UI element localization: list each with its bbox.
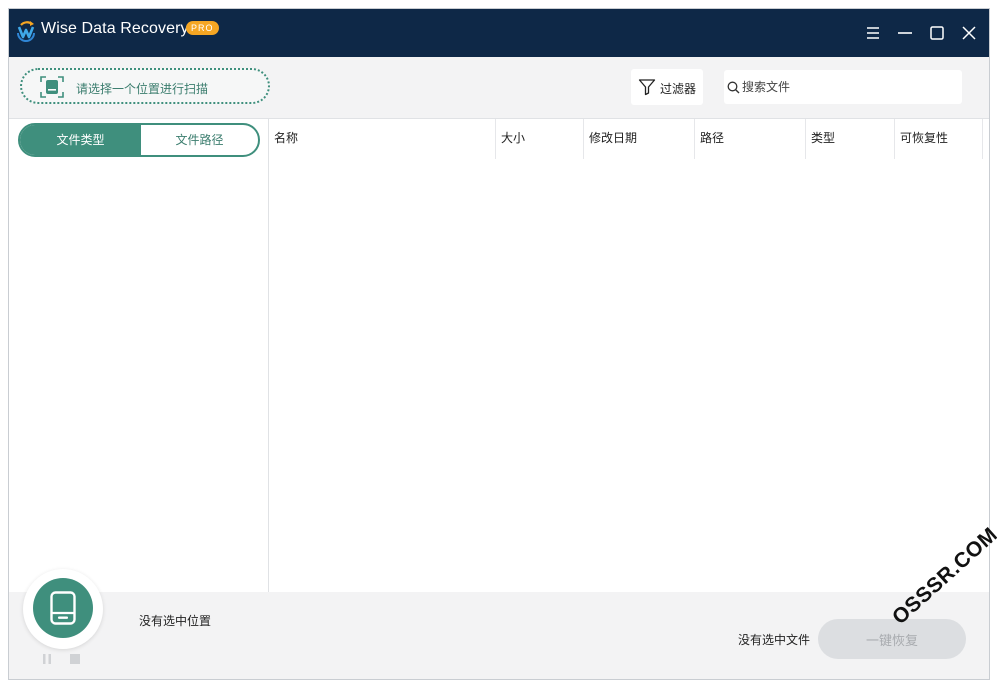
stop-icon[interactable] <box>70 653 80 667</box>
drive-select-button[interactable] <box>33 578 93 638</box>
file-selection-status: 没有选中文件 <box>738 633 811 647</box>
close-icon[interactable] <box>959 23 979 43</box>
app-logo-icon <box>15 20 37 42</box>
sidebar: 文件类型 文件路径 <box>9 118 269 592</box>
column-header-recoverability[interactable]: 可恢复性 <box>895 119 983 159</box>
table-header: 名称 大小 修改日期 路径 类型 可恢复性 <box>269 119 983 159</box>
pause-icon[interactable] <box>42 653 52 667</box>
search-input[interactable] <box>742 78 952 96</box>
search-icon <box>727 81 740 97</box>
maximize-icon[interactable] <box>927 23 947 43</box>
filter-icon <box>638 78 656 99</box>
filter-label: 过滤器 <box>660 82 697 96</box>
column-header-name[interactable]: 名称 <box>269 119 496 159</box>
scan-location-selector[interactable]: 请选择一个位置进行扫描 <box>20 68 270 104</box>
app-title: Wise Data Recovery <box>41 20 189 37</box>
column-header-modified[interactable]: 修改日期 <box>584 119 695 159</box>
app-window: Wise Data Recovery PRO 请选择一个位置进行扫描 过滤器 搜… <box>8 8 990 680</box>
toolbar: 请选择一个位置进行扫描 过滤器 <box>9 57 989 118</box>
menu-icon[interactable] <box>863 23 883 43</box>
drive-button-frame <box>23 569 103 649</box>
tab-file-type[interactable]: 文件类型 <box>20 125 141 155</box>
column-header-type[interactable]: 类型 <box>806 119 895 159</box>
drive-scan-icon <box>40 76 64 98</box>
recover-button[interactable]: 一键恢复 <box>818 619 966 659</box>
view-mode-toggle: 文件类型 文件路径 <box>18 123 260 157</box>
tab-file-path[interactable]: 文件路径 <box>141 125 258 155</box>
search-box[interactable] <box>724 70 962 104</box>
column-header-path[interactable]: 路径 <box>695 119 806 159</box>
location-status: 没有选中位置 <box>139 614 212 628</box>
drive-icon <box>50 591 76 625</box>
title-bar[interactable]: Wise Data Recovery PRO <box>9 9 989 57</box>
column-header-size[interactable]: 大小 <box>496 119 584 159</box>
pro-badge: PRO <box>186 21 219 35</box>
status-bar: 没有选中位置 没有选中文件 一键恢复 <box>9 569 989 679</box>
minimize-icon[interactable] <box>895 23 915 43</box>
file-list: 名称 大小 修改日期 路径 类型 可恢复性 <box>269 118 989 592</box>
filter-button[interactable]: 过滤器 <box>631 69 703 105</box>
scan-location-label: 请选择一个位置进行扫描 <box>76 82 209 96</box>
